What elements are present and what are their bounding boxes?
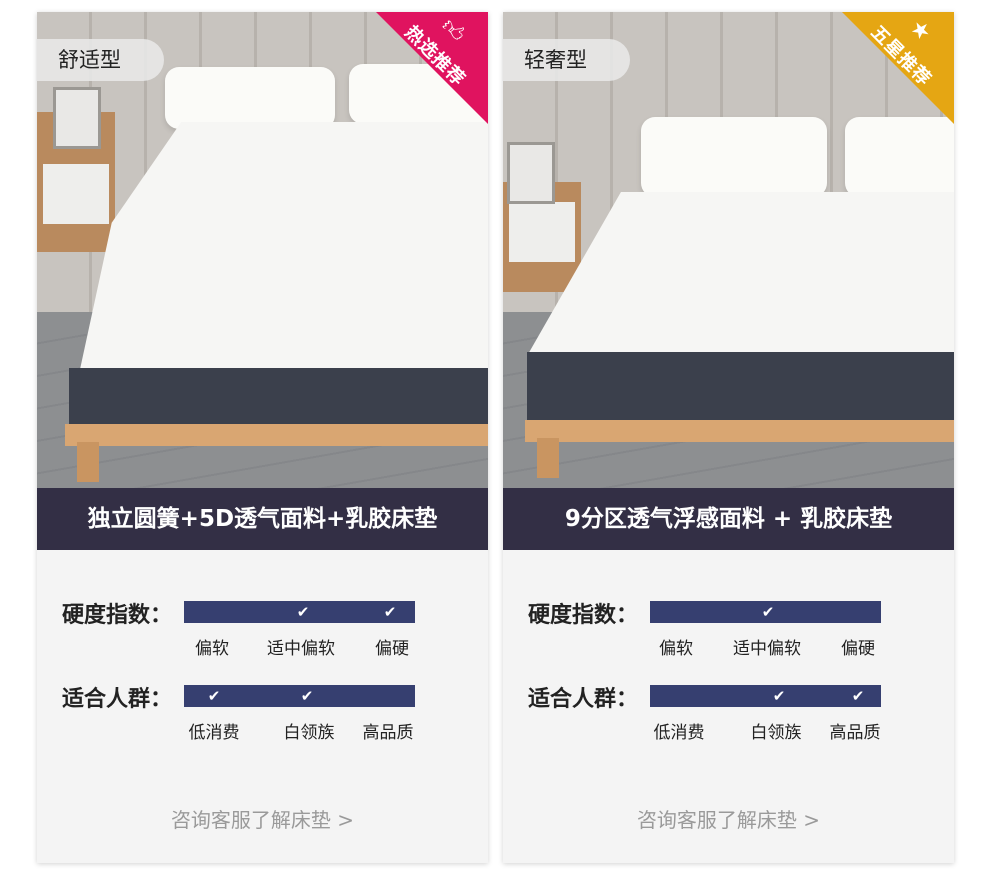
check-icon: ✔ — [383, 603, 397, 621]
feature-banner: 独立圆簧+5D透气面料+乳胶床垫 — [37, 488, 488, 550]
check-icon: ✔ — [207, 687, 221, 705]
hardness-option: 适中偏软 — [267, 639, 335, 659]
hardness-bar: ✔ — [650, 601, 881, 623]
crowd-bar: ✔ ✔ — [184, 685, 415, 707]
hardness-bar: ✔ ✔ — [184, 601, 415, 623]
feature-banner: 9分区透气浮感面料 + 乳胶床垫 — [503, 488, 954, 550]
photo-frame — [53, 87, 101, 149]
type-tag: 舒适型 — [36, 39, 164, 81]
crowd-option: 白领族 — [750, 723, 802, 743]
hardness-option: 偏硬 — [375, 639, 409, 659]
product-card-luxury[interactable]: 轻奢型 ★ 五星推荐 9分区透气浮感面料 + 乳胶床垫 硬度指数： ✔ 偏软 适… — [502, 12, 954, 863]
check-icon: ✔ — [851, 687, 865, 705]
crowd-option: 高品质 — [362, 723, 414, 743]
hardness-option: 适中偏软 — [733, 639, 801, 659]
check-icon: ✔ — [300, 687, 314, 705]
crowd-option: 低消费 — [188, 723, 240, 743]
hardness-label: 硬度指数： — [528, 603, 639, 628]
crowd-label: 适合人群： — [528, 687, 639, 712]
five-star-ribbon: ★ 五星推荐 — [842, 12, 954, 124]
hardness-option: 偏硬 — [841, 639, 875, 659]
hot-pick-ribbon: 👍︎ 热选推荐 — [376, 12, 488, 124]
consult-link[interactable]: 咨询客服了解床垫 > — [37, 804, 488, 833]
check-icon: ✔ — [296, 603, 310, 621]
crowd-option: 高品质 — [829, 723, 881, 743]
product-card-comfort[interactable]: 舒适型 👍︎ 热选推荐 独立圆簧+5D透气面料+乳胶床垫 硬度指数： ✔ ✔ 偏… — [36, 12, 488, 863]
check-icon: ✔ — [772, 687, 786, 705]
hardness-option: 偏软 — [659, 639, 693, 659]
consult-link[interactable]: 咨询客服了解床垫 > — [503, 804, 954, 833]
photo-frame — [507, 142, 555, 204]
crowd-label: 适合人群： — [62, 687, 173, 712]
crowd-option: 低消费 — [653, 723, 705, 743]
hardness-option: 偏软 — [195, 639, 229, 659]
crowd-bar: ✔ ✔ — [650, 685, 881, 707]
check-icon: ✔ — [761, 603, 775, 621]
hardness-label: 硬度指数： — [62, 603, 173, 628]
type-tag: 轻奢型 — [502, 39, 630, 81]
crowd-option: 白领族 — [283, 723, 335, 743]
